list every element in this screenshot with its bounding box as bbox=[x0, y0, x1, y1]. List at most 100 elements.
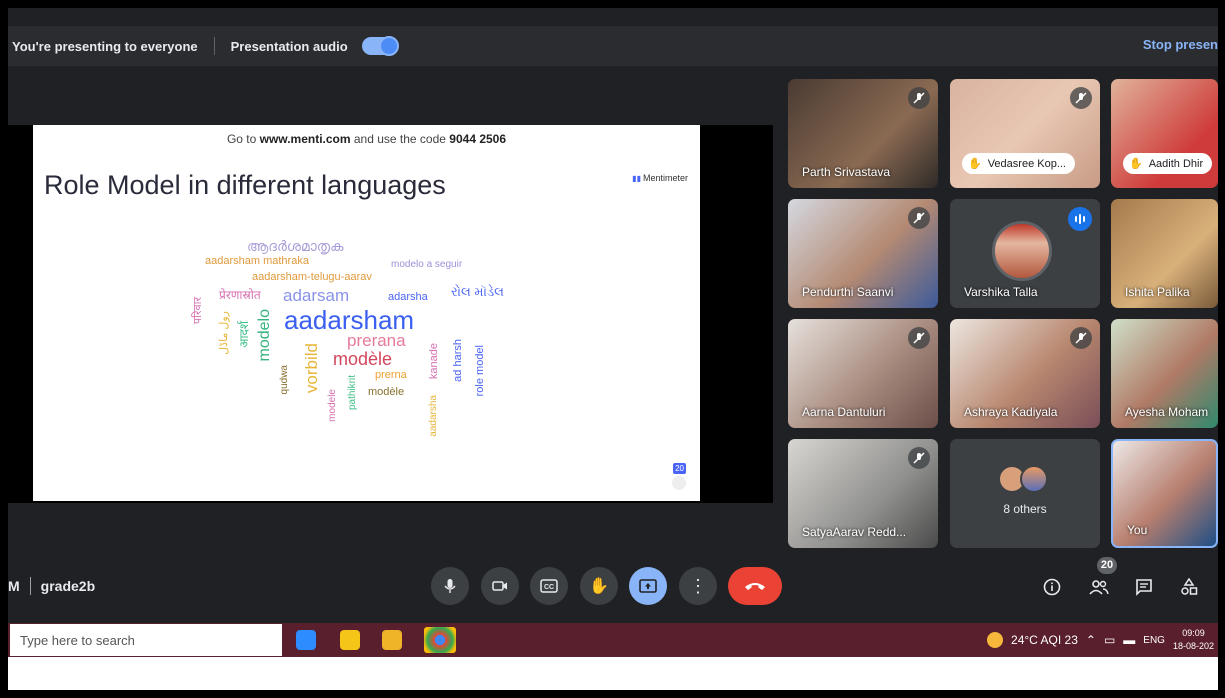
meeting-code[interactable]: grade2b bbox=[41, 578, 95, 594]
end-call-button[interactable] bbox=[728, 567, 782, 605]
bottom-strip bbox=[8, 657, 1218, 690]
network-icon[interactable]: ▭ bbox=[1104, 633, 1115, 647]
video-icon bbox=[492, 581, 507, 591]
more-options-button[interactable]: ⋮ bbox=[679, 567, 717, 605]
chat-button[interactable] bbox=[1131, 574, 1157, 600]
sticky-notes-icon[interactable] bbox=[340, 630, 360, 650]
stop-presenting-button[interactable]: Stop presen bbox=[1143, 37, 1218, 52]
participant-tile[interactable]: Pendurthi Saanvi bbox=[788, 199, 938, 308]
self-tile[interactable]: You bbox=[1111, 439, 1218, 548]
hand-icon: ✋ bbox=[968, 158, 982, 170]
participant-name: Vedasree Kop... bbox=[987, 157, 1066, 170]
activities-button[interactable] bbox=[1176, 574, 1202, 600]
battery-icon[interactable]: ▬ bbox=[1123, 633, 1135, 647]
participant-name: Ayesha Moham bbox=[1125, 405, 1209, 419]
word-cloud-word: aadarsha bbox=[428, 395, 439, 437]
participant-tile[interactable]: Ishita Palika bbox=[1111, 199, 1218, 308]
divider bbox=[213, 37, 215, 55]
weather-icon bbox=[987, 632, 1004, 648]
participant-name: Ishita Palika bbox=[1125, 285, 1190, 299]
word-cloud-word: adarsha bbox=[388, 291, 428, 303]
others-tile[interactable]: 8 others bbox=[950, 439, 1100, 548]
participant-name: Parth Srivastava bbox=[802, 165, 891, 179]
toggle-knob bbox=[378, 36, 399, 56]
divider bbox=[29, 577, 31, 595]
presentation-slide: Go to www.menti.com and use the code 904… bbox=[33, 125, 700, 501]
taskbar-search-input[interactable]: Type here to search bbox=[10, 624, 282, 656]
participant-name: SatyaAarav Redd... bbox=[802, 525, 907, 539]
chrome-icon[interactable] bbox=[424, 627, 456, 653]
mic-off-icon bbox=[908, 87, 930, 109]
participant-tile[interactable]: Aarna Dantuluri bbox=[788, 319, 938, 428]
speaking-indicator-icon bbox=[1068, 207, 1092, 231]
participant-tile[interactable]: Ashraya Kadiyala bbox=[950, 319, 1100, 428]
mentimeter-icon: ▮▮ bbox=[632, 174, 641, 183]
instruction-site: www.menti.com bbox=[259, 132, 351, 146]
presentation-audio-toggle[interactable] bbox=[361, 36, 399, 56]
camera-button[interactable] bbox=[481, 567, 519, 605]
word-cloud-word: vorbild bbox=[302, 343, 321, 394]
raised-hand-pill: ✋ Vedasree Kop... bbox=[962, 153, 1075, 174]
meet-window: You're presenting to everyone Presentati… bbox=[8, 8, 1218, 690]
windows-taskbar: Type here to search 24°C AQI 23 ⌃ ▭ ▬ EN… bbox=[8, 623, 1218, 657]
word-cloud-word: modelo bbox=[256, 309, 273, 362]
participant-tile[interactable]: Parth Srivastava bbox=[788, 79, 938, 188]
mic-off-icon bbox=[908, 447, 930, 469]
person-icon bbox=[672, 476, 686, 490]
avatar bbox=[992, 221, 1052, 281]
participant-tile[interactable]: ✋ Aadith Dhir bbox=[1111, 79, 1218, 188]
people-button[interactable] bbox=[1086, 574, 1112, 600]
mentimeter-label: Mentimeter bbox=[642, 173, 688, 183]
word-cloud-word: ആദർശമാതൃക bbox=[247, 238, 344, 254]
avatar bbox=[1020, 465, 1048, 493]
mic-button[interactable] bbox=[431, 567, 469, 605]
present-button[interactable] bbox=[629, 567, 667, 605]
word-cloud-word: modelo a seguir bbox=[391, 259, 463, 270]
participant-tile[interactable]: Varshika Talla bbox=[950, 199, 1100, 308]
word-cloud-word: aadarsham mathraka bbox=[205, 255, 309, 267]
clock-date: 18-08-202 bbox=[1172, 641, 1214, 651]
word-cloud-word: modèle bbox=[368, 386, 405, 398]
raised-hand-pill: ✋ Aadith Dhir bbox=[1123, 153, 1213, 174]
word-cloud-word: modèle bbox=[333, 349, 393, 369]
cc-icon: CC bbox=[540, 579, 558, 593]
shapes-icon bbox=[1181, 578, 1198, 595]
participant-tile[interactable]: SatyaAarav Redd... bbox=[788, 439, 938, 548]
people-count-badge: 20 bbox=[1097, 557, 1117, 574]
participant-tile[interactable]: Ayesha Moham bbox=[1111, 319, 1218, 428]
more-vert-icon: ⋮ bbox=[689, 576, 707, 596]
word-cloud-word: qudwa bbox=[279, 365, 290, 395]
language-indicator[interactable]: ENG bbox=[1143, 635, 1165, 646]
info-icon bbox=[1043, 578, 1061, 596]
participant-name: Varshika Talla bbox=[964, 285, 1038, 299]
phone-hangup-icon bbox=[745, 583, 765, 590]
zoom-app-icon[interactable] bbox=[296, 630, 316, 650]
instruction-code: 9044 2506 bbox=[449, 132, 507, 146]
participant-name: Aarna Dantuluri bbox=[802, 405, 886, 419]
presenting-bar: You're presenting to everyone Presentati… bbox=[8, 26, 1218, 66]
participant-name: Aadith Dhir bbox=[1148, 157, 1204, 170]
clock[interactable]: 09:09 18-08-202 bbox=[1173, 627, 1214, 653]
presenting-status: You're presenting to everyone bbox=[12, 38, 198, 54]
raise-hand-button[interactable]: ✋ bbox=[580, 567, 618, 605]
info-button[interactable] bbox=[1039, 574, 1065, 600]
people-icon bbox=[1089, 580, 1109, 595]
file-explorer-icon[interactable] bbox=[382, 630, 402, 650]
mic-icon bbox=[444, 579, 456, 593]
weather-text[interactable]: 24°C AQI 23 bbox=[1011, 633, 1078, 647]
mic-off-icon bbox=[908, 327, 930, 349]
participant-name: Pendurthi Saanvi bbox=[802, 285, 894, 299]
system-tray: 24°C AQI 23 ⌃ ▭ ▬ ENG 09:09 18-08-202 bbox=[987, 623, 1214, 657]
word-cloud-word: prerna bbox=[375, 369, 407, 381]
instruction-mid: and use the code bbox=[350, 132, 450, 146]
word-cloud-word: adarsam bbox=[283, 286, 350, 305]
participant-tile[interactable]: ✋ Vedasree Kop... bbox=[950, 79, 1100, 188]
svg-text:CC: CC bbox=[544, 584, 554, 591]
word-cloud-word: प्रेरणास्रोत bbox=[219, 288, 261, 302]
word-cloud-word: aadarsham bbox=[284, 305, 415, 335]
clock-time: 09:09 bbox=[1182, 628, 1205, 638]
chevron-up-icon[interactable]: ⌃ bbox=[1086, 633, 1096, 647]
slide-title: Role Model in different languages bbox=[44, 170, 446, 200]
captions-button[interactable]: CC bbox=[530, 567, 568, 605]
word-cloud-word: आदर्श bbox=[237, 321, 251, 348]
